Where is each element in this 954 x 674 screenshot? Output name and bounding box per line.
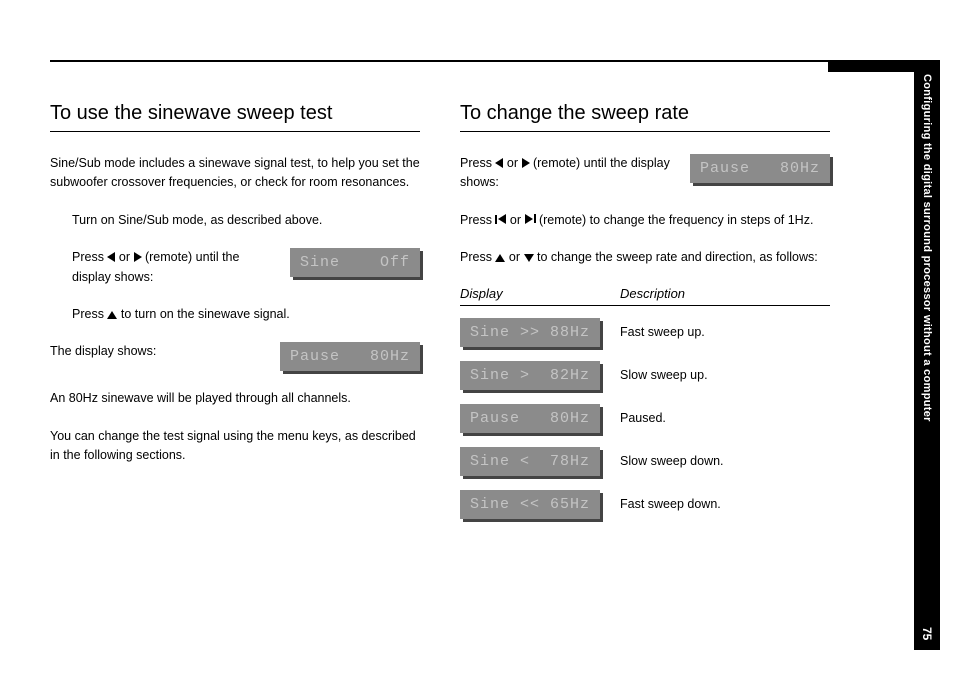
side-tab: Configuring the digital surround process… — [914, 60, 940, 650]
up-arrow-icon — [107, 311, 117, 319]
left-step3: Press to turn on the sinewave signal. — [50, 305, 420, 324]
right-step3: Press or to change the sweep rate and di… — [460, 248, 830, 267]
left-p5: You can change the test signal using the… — [50, 427, 420, 466]
table-desc: Fast sweep up. — [620, 325, 705, 339]
right-step1-row: Press or (remote) until the display show… — [460, 154, 830, 193]
lcd-display: Sine << 65Hz — [460, 490, 600, 519]
table-head-desc: Description — [620, 286, 685, 301]
text-fragment: Press — [460, 213, 495, 227]
header-black-block — [828, 60, 914, 72]
left-shows-text: The display shows: — [50, 342, 266, 361]
two-columns: To use the sinewave sweep test Sine/Sub … — [50, 102, 830, 533]
right-step2: Press or (remote) to change the frequenc… — [460, 211, 830, 230]
down-arrow-icon — [524, 254, 534, 262]
table-desc: Slow sweep up. — [620, 368, 708, 382]
text-fragment: Press — [460, 156, 495, 170]
text-fragment: or — [506, 213, 524, 227]
table-desc: Fast sweep down. — [620, 497, 721, 511]
left-p4: An 80Hz sinewave will be played through … — [50, 389, 420, 408]
section-label: Configuring the digital surround process… — [921, 74, 933, 422]
table-header: Display Description — [460, 286, 830, 306]
left-column: To use the sinewave sweep test Sine/Sub … — [50, 102, 420, 533]
text-fragment: Press — [72, 307, 107, 321]
lcd-display: Sine > 82Hz — [460, 361, 600, 390]
lcd-display: Pause 80Hz — [280, 342, 420, 371]
left-heading: To use the sinewave sweep test — [50, 102, 420, 132]
text-fragment: or — [505, 250, 523, 264]
text-fragment: (remote) to change the frequency in step… — [536, 213, 814, 227]
up-arrow-icon — [495, 254, 505, 262]
table-head-display: Display — [460, 286, 620, 301]
table-row: Sine < 78Hz Slow sweep down. — [460, 447, 830, 476]
text-fragment: or — [503, 156, 521, 170]
text-fragment: to change the sweep rate and direction, … — [534, 250, 818, 264]
text-fragment: or — [115, 250, 133, 264]
table-row: Sine << 65Hz Fast sweep down. — [460, 490, 830, 519]
top-rule — [50, 60, 830, 62]
lcd-display: Sine < 78Hz — [460, 447, 600, 476]
right-arrow-icon — [134, 252, 142, 262]
table-row: Sine >> 88Hz Fast sweep up. — [460, 318, 830, 347]
left-step2-row: Press or (remote) until the display show… — [50, 248, 420, 287]
skip-prev-icon — [495, 214, 506, 224]
table-desc: Paused. — [620, 411, 666, 425]
text-fragment: to turn on the sinewave signal. — [117, 307, 289, 321]
skip-next-icon — [525, 214, 536, 224]
right-heading: To change the sweep rate — [460, 102, 830, 132]
left-step1: Turn on Sine/Sub mode, as described abov… — [50, 211, 420, 230]
page-content: To use the sinewave sweep test Sine/Sub … — [0, 0, 880, 553]
table-row: Sine > 82Hz Slow sweep up. — [460, 361, 830, 390]
text-fragment: Press — [72, 250, 107, 264]
left-intro: Sine/Sub mode includes a sinewave signal… — [50, 154, 420, 193]
table-desc: Slow sweep down. — [620, 454, 724, 468]
right-arrow-icon — [522, 158, 530, 168]
lcd-display: Sine >> 88Hz — [460, 318, 600, 347]
lcd-display: Pause 80Hz — [690, 154, 830, 183]
left-step2-text: Press or (remote) until the display show… — [72, 248, 276, 287]
table-row: Pause 80Hz Paused. — [460, 404, 830, 433]
right-step1-text: Press or (remote) until the display show… — [460, 154, 676, 193]
right-column: To change the sweep rate Press or (remot… — [460, 102, 830, 533]
lcd-display: Pause 80Hz — [460, 404, 600, 433]
text-fragment: Press — [460, 250, 495, 264]
lcd-display: Sine Off — [290, 248, 420, 277]
left-shows-row: The display shows: Pause 80Hz — [50, 342, 420, 371]
page-number: 75 — [920, 627, 934, 640]
